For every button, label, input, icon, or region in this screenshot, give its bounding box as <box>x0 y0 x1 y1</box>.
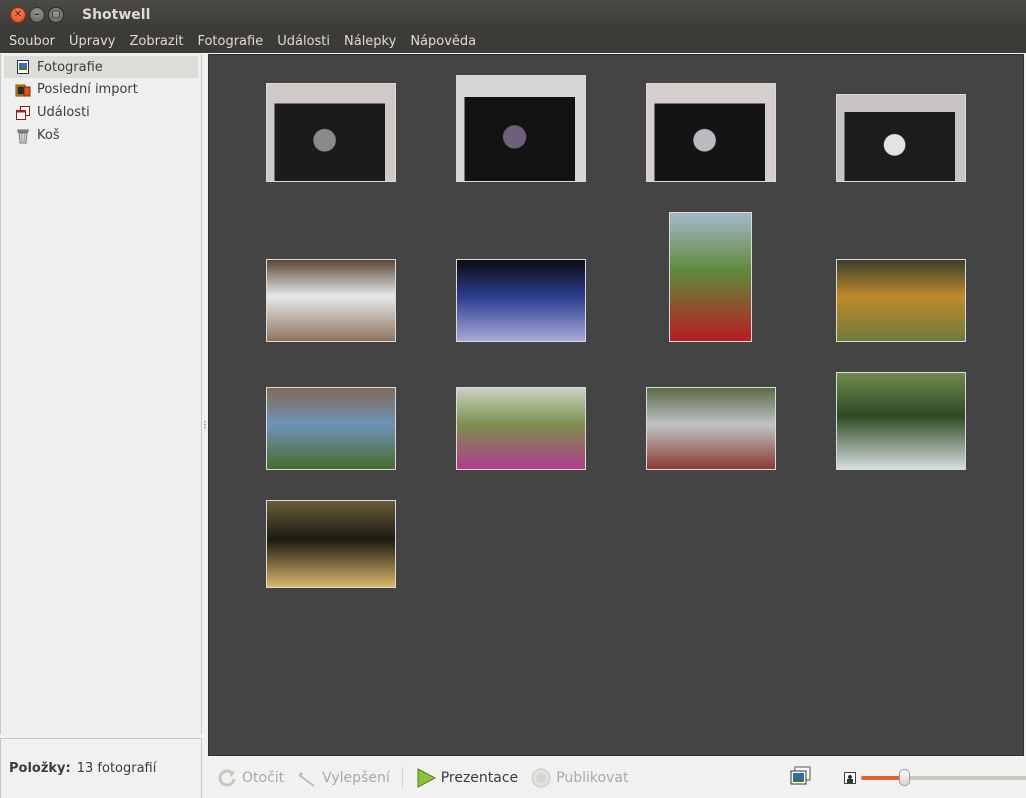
items-count-value: 13 fotografií <box>76 761 157 776</box>
zoom-controls <box>790 757 1026 798</box>
publish-button[interactable]: Publikovat <box>530 767 628 789</box>
maximize-window-button[interactable]: ▢ <box>48 6 64 23</box>
sidebar-item-label: Koš <box>37 128 60 143</box>
sidebar-item-photos[interactable]: Fotografie <box>4 56 198 78</box>
menu-fotografie[interactable]: Fotografie <box>190 34 270 49</box>
photo-sun-through-trees <box>267 501 395 587</box>
rotate-button[interactable]: Otočit <box>216 767 284 789</box>
bottom-toolbar: Otočit Vylepšení Prezentace Publikovat <box>208 757 1026 798</box>
photo-camera-zoom-lens <box>647 84 775 181</box>
menu-napoveda[interactable]: Nápověda <box>403 34 483 49</box>
slideshow-button[interactable]: Prezentace <box>415 767 518 789</box>
photo-thumbnail[interactable] <box>646 83 776 182</box>
menu-soubor[interactable]: Soubor <box>2 34 62 49</box>
sidebar-item-trash[interactable]: Koš <box>1 124 201 147</box>
enhance-button[interactable]: Vylepšení <box>296 767 390 789</box>
photo-thistle-flower <box>457 388 585 469</box>
menu-upravy[interactable]: Úpravy <box>62 34 122 49</box>
photo-thumbnail[interactable] <box>266 500 396 588</box>
zoom-slider[interactable] <box>861 768 1026 786</box>
photo-thumbnail[interactable] <box>266 387 396 470</box>
photo-thumbnail[interactable] <box>266 259 396 342</box>
title-bar: ✕ – ▢ Shotwell <box>0 0 1026 29</box>
sidebar: Fotografie Poslední import Události Koš <box>0 54 202 734</box>
sidebar-item-label: Události <box>37 105 90 120</box>
menu-nalepky[interactable]: Nálepky <box>337 34 403 49</box>
photo-camera-body-mount <box>837 95 965 181</box>
photo-thumbnail[interactable] <box>266 83 396 182</box>
sidebar-item-last-import[interactable]: Poslední import <box>1 78 201 101</box>
photo-thumbnail[interactable] <box>646 387 776 470</box>
enhance-icon <box>296 767 318 789</box>
photo-plants-blue-sky <box>267 388 395 469</box>
slideshow-label: Prezentace <box>440 769 519 786</box>
play-icon <box>415 767 437 789</box>
photo-autumn-shrub <box>837 260 965 341</box>
menu-bar: Soubor Úpravy Zobrazit Fotografie Událos… <box>0 29 1026 53</box>
trash-icon <box>15 128 31 144</box>
window-title: Shotwell <box>82 6 151 23</box>
photo-browser-icon[interactable] <box>790 766 812 790</box>
events-icon <box>15 105 31 121</box>
photo-thumbnail[interactable] <box>456 75 586 182</box>
publish-icon <box>530 767 552 789</box>
photo-thumbnail[interactable] <box>456 259 586 342</box>
status-panel: Položky: 13 fotografií <box>0 738 202 798</box>
sidebar-item-label: Fotografie <box>37 59 103 75</box>
sidebar-item-events[interactable]: Události <box>1 101 201 124</box>
publish-label: Publikovat <box>556 769 629 786</box>
sidebar-item-label: Poslední import <box>37 82 138 97</box>
enhance-label: Vylepšení <box>322 769 390 786</box>
import-icon <box>15 82 31 98</box>
items-count-label: Položky: <box>9 761 71 776</box>
toolbar-separator <box>401 766 403 789</box>
photo-rosehip-bush <box>670 213 751 341</box>
photos-icon <box>15 59 31 75</box>
photo-dusk-sky <box>457 260 585 341</box>
photo-field-landscape <box>267 260 395 341</box>
rotate-icon <box>216 767 238 789</box>
photo-thumbnail[interactable] <box>836 94 966 182</box>
photo-thumbnail[interactable] <box>669 212 752 342</box>
menu-udalosti[interactable]: Události <box>270 34 337 49</box>
photo-thumbnail[interactable] <box>836 372 966 470</box>
photo-camera-front-lens <box>267 84 395 181</box>
photo-thumbnail[interactable] <box>836 259 966 342</box>
zoom-out-icon[interactable] <box>844 771 856 784</box>
photo-rosehip-branch <box>647 388 775 469</box>
zoom-slider-fill <box>861 775 905 780</box>
photo-thumbnail[interactable] <box>456 387 586 470</box>
photo-grid <box>208 54 1024 756</box>
photo-camera-wide-lens <box>457 76 585 181</box>
close-window-button[interactable]: ✕ <box>10 6 26 23</box>
rotate-label: Otočit <box>242 769 285 786</box>
window-controls: ✕ – ▢ <box>10 6 64 23</box>
minimize-window-button[interactable]: – <box>29 6 45 23</box>
photo-spruce-trees <box>837 373 965 469</box>
zoom-slider-handle[interactable] <box>899 768 911 786</box>
menu-zobrazit[interactable]: Zobrazit <box>122 34 190 49</box>
